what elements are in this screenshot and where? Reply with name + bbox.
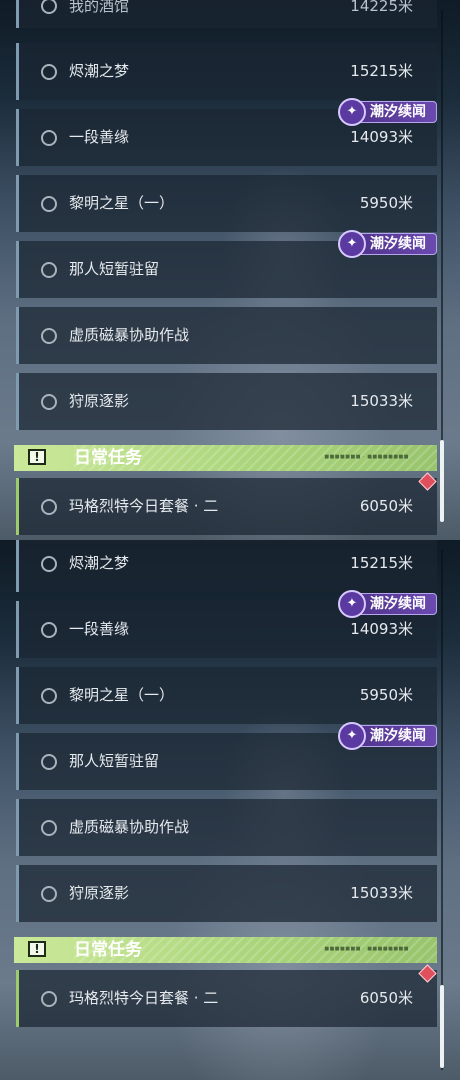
quest-name: 那人短暂驻留 [69,752,160,770]
quest-list-panel-top: 我的酒馆 14225米 烬潮之梦 15215米 一段善缘 14093米 ✦ 潮汐… [0,0,460,540]
quest-distance: 15033米 [350,884,413,902]
quest-status-circle-icon [41,498,57,515]
quest-name: 玛格烈特今日套餐 · 二 [69,497,219,515]
tide-story-badge: ✦ 潮汐续闻 [338,98,437,126]
quest-status-circle-icon [41,555,57,572]
badge-label: 潮汐续闻 [370,104,426,120]
quest-status-circle-icon [41,393,57,410]
quest-name: 我的酒馆 [69,0,130,15]
quest-row[interactable]: 烬潮之梦 15215米 [16,540,437,592]
quest-distance: 15215米 [350,554,413,572]
section-info: ■■■■■■■ · ■■■■■■■■ [324,454,409,460]
tide-story-badge: ✦ 潮汐续闻 [338,590,437,618]
sparkle-icon: ✦ [338,590,366,618]
quest-status-circle-icon [41,261,57,278]
quest-row[interactable]: 黎明之星（一） 5950米 [16,175,437,232]
sparkle-icon: ✦ [338,98,366,126]
quest-name: 一段善缘 [69,620,130,638]
badge-label: 潮汐续闻 [370,596,426,612]
badge-label: 潮汐续闻 [370,728,426,744]
quest-name: 黎明之星（一） [69,194,175,212]
section-title: 日常任务 [74,940,142,960]
exclamation-icon: ! [28,449,46,465]
quest-status-circle-icon [41,129,57,146]
daily-quest-row[interactable]: 玛格烈特今日套餐 · 二 6050米 [16,478,437,535]
quest-name: 烬潮之梦 [69,554,130,572]
exclamation-icon: ! [28,941,46,957]
quest-status-circle-icon [41,0,57,14]
scrollbar-thumb[interactable] [440,985,444,1068]
quest-name: 狩原逐影 [69,884,130,902]
quest-list-panel-bottom: 烬潮之梦 15215米 一段善缘 14093米 ✦ 潮汐续闻 黎明之星（一） 5… [0,540,460,1080]
badge-label: 潮汐续闻 [370,236,426,252]
quest-row[interactable]: 狩原逐影 15033米 [16,865,437,922]
quest-status-circle-icon [41,327,57,344]
tide-story-badge: ✦ 潮汐续闻 [338,722,437,750]
sparkle-icon: ✦ [338,230,366,258]
quest-distance: 5950米 [359,194,413,212]
quest-status-circle-icon [41,885,57,902]
quest-row[interactable]: 虚质磁暴协助作战 [16,307,437,364]
quest-name: 狩原逐影 [69,392,130,410]
quest-row[interactable]: 我的酒馆 14225米 [16,0,437,28]
quest-status-circle-icon [41,687,57,704]
quest-status-circle-icon [41,819,57,836]
quest-row[interactable]: 虚质磁暴协助作战 [16,799,437,856]
daily-tasks-header[interactable]: ! 日常任务 ■■■■■■■ · ■■■■■■■■ [14,445,437,471]
quest-status-circle-icon [41,621,57,638]
quest-name: 那人短暂驻留 [69,260,160,278]
section-info: ■■■■■■■ · ■■■■■■■■ [324,946,409,952]
quest-status-circle-icon [41,63,57,80]
quest-distance: 6050米 [359,989,413,1007]
sparkle-icon: ✦ [338,722,366,750]
daily-tasks-header[interactable]: ! 日常任务 ■■■■■■■ · ■■■■■■■■ [14,937,437,963]
quest-name: 虚质磁暴协助作战 [69,326,190,344]
quest-distance: 14225米 [350,0,413,15]
quest-name: 黎明之星（一） [69,686,175,704]
quest-distance: 6050米 [359,497,413,515]
quest-distance: 15215米 [350,62,413,80]
quest-row[interactable]: 狩原逐影 15033米 [16,373,437,430]
quest-status-circle-icon [41,753,57,770]
quest-distance: 15033米 [350,392,413,410]
daily-quest-row[interactable]: 玛格烈特今日套餐 · 二 6050米 [16,970,437,1027]
quest-name: 玛格烈特今日套餐 · 二 [69,989,219,1007]
quest-row[interactable]: 烬潮之梦 15215米 [16,43,437,100]
quest-status-circle-icon [41,990,57,1007]
quest-distance: 5950米 [359,686,413,704]
quest-name: 虚质磁暴协助作战 [69,818,190,836]
tide-story-badge: ✦ 潮汐续闻 [338,230,437,258]
quest-status-circle-icon [41,195,57,212]
scrollbar-thumb[interactable] [440,440,444,522]
quest-row[interactable]: 黎明之星（一） 5950米 [16,667,437,724]
quest-name: 一段善缘 [69,128,130,146]
section-title: 日常任务 [74,448,142,468]
quest-name: 烬潮之梦 [69,62,130,80]
